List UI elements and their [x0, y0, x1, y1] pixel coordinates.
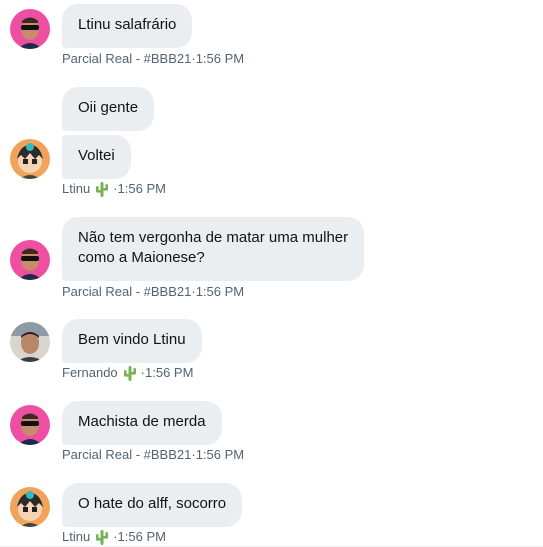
message-bubble[interactable]: Oii gente: [62, 87, 155, 131]
avatar-ltinu[interactable]: [10, 487, 50, 527]
message-bubble[interactable]: Voltei: [62, 135, 131, 179]
sender-name[interactable]: Fernando: [62, 365, 118, 381]
timestamp: 1:56 PM: [145, 365, 194, 380]
avatar-parcial-real-image: [10, 240, 50, 280]
avatar-ltinu-image: [10, 487, 50, 527]
sender-name[interactable]: Ltinu: [62, 181, 90, 197]
avatar-fernando-image: [10, 322, 50, 362]
message-bubble[interactable]: Ltinu salafrário: [62, 4, 193, 48]
dm-conversation-feed: Ltinu salafrário Parcial Real - #BBB21 ·…: [0, 0, 543, 547]
cactus-icon: [96, 182, 109, 197]
timestamp: 1:56 PM: [117, 529, 166, 544]
cactus-icon: [123, 366, 136, 381]
cactus-icon: [96, 530, 109, 545]
sender-name[interactable]: Parcial Real - #BBB21: [62, 447, 191, 463]
message-meta: Parcial Real - #BBB21 · 1:56 PM: [62, 447, 244, 463]
avatar-fernando[interactable]: [10, 322, 50, 362]
message-meta: Ltinu · 1:56 PM: [62, 181, 166, 197]
message-meta: Parcial Real - #BBB21 · 1:56 PM: [62, 284, 244, 300]
avatar-parcial-real-image: [10, 405, 50, 445]
avatar-parcial-real[interactable]: [10, 9, 50, 49]
avatar-ltinu-image: [10, 139, 50, 179]
sender-name[interactable]: Ltinu: [62, 529, 90, 545]
message-bubble[interactable]: O hate do alff, socorro: [62, 483, 243, 527]
message-bubble[interactable]: Machista de merda: [62, 401, 222, 445]
avatar-parcial-real[interactable]: [10, 405, 50, 445]
sender-name[interactable]: Parcial Real - #BBB21: [62, 51, 191, 67]
timestamp: 1:56 PM: [195, 284, 245, 299]
avatar-parcial-real-image: [10, 9, 50, 49]
avatar-ltinu[interactable]: [10, 139, 50, 179]
sender-name[interactable]: Parcial Real - #BBB21: [62, 284, 191, 300]
timestamp: 1:56 PM: [195, 51, 245, 66]
message-bubble[interactable]: Bem vindo Ltinu: [62, 319, 202, 363]
message-meta: Ltinu · 1:56 PM: [62, 529, 166, 545]
timestamp: 1:56 PM: [195, 447, 245, 462]
avatar-parcial-real[interactable]: [10, 240, 50, 280]
message-meta: Fernando · 1:56 PM: [62, 365, 193, 381]
message-meta: Parcial Real - #BBB21 · 1:56 PM: [62, 51, 244, 67]
timestamp: 1:56 PM: [117, 181, 166, 196]
message-bubble[interactable]: Não tem vergonha de matar uma mulher com…: [62, 217, 365, 281]
